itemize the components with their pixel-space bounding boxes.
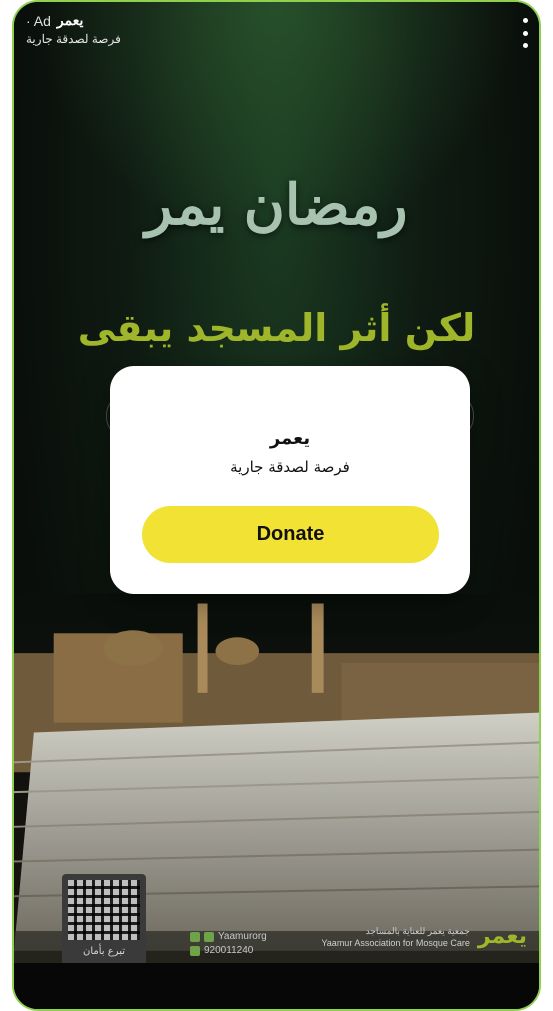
dot-icon xyxy=(522,30,528,36)
social-row: Yaamurorg xyxy=(190,930,267,944)
org-name-ar: جمعية يعمر للعناية بالمساجد xyxy=(365,925,470,936)
org-logo: يعمر xyxy=(477,924,527,949)
social-icon xyxy=(190,932,200,942)
ad-headline: لكن أثر المسجد يبقى xyxy=(77,306,476,350)
footer-bar xyxy=(14,963,539,1009)
ad-header: · Ad يعمر فرصة لصدقة جارية xyxy=(26,12,121,46)
calligraphy-title: رمضان يمر xyxy=(145,172,408,238)
org-brand: جمعية يعمر للعناية بالمساجد Yaamur Assoc… xyxy=(321,924,527,949)
donate-button[interactable]: Donate xyxy=(142,506,439,563)
org-name-en: Yaamur Association for Mosque Care xyxy=(321,937,470,948)
cta-subtitle: فرصة لصدقة جارية xyxy=(230,458,350,476)
phone-number: 920011240 xyxy=(204,945,254,956)
dot-icon xyxy=(522,43,528,48)
ad-label: · Ad xyxy=(26,12,51,29)
cta-card: يعمر فرصة لصدقة جارية Donate xyxy=(110,366,470,594)
org-contact: Yaamurorg 920011240 xyxy=(190,930,267,958)
qr-code-pattern xyxy=(68,880,140,940)
org-names: جمعية يعمر للعناية بالمساجد Yaamur Assoc… xyxy=(321,925,469,949)
dot-icon xyxy=(522,18,528,23)
phone-icon xyxy=(190,946,200,956)
social-handle: Yaamurorg xyxy=(218,931,267,942)
more-vertical-icon[interactable] xyxy=(521,18,529,48)
brand-name[interactable]: يعمر xyxy=(57,12,83,29)
ad-subtitle: فرصة لصدقة جارية xyxy=(26,32,121,46)
qr-caption: تبرع بأمان xyxy=(82,946,126,957)
phone-row: 920011240 xyxy=(190,944,267,958)
social-icon xyxy=(204,932,214,942)
ad-header-line1: · Ad يعمر xyxy=(26,12,121,29)
cta-title: يعمر xyxy=(269,428,311,449)
qr-code: تبرع بأمان xyxy=(62,874,146,966)
